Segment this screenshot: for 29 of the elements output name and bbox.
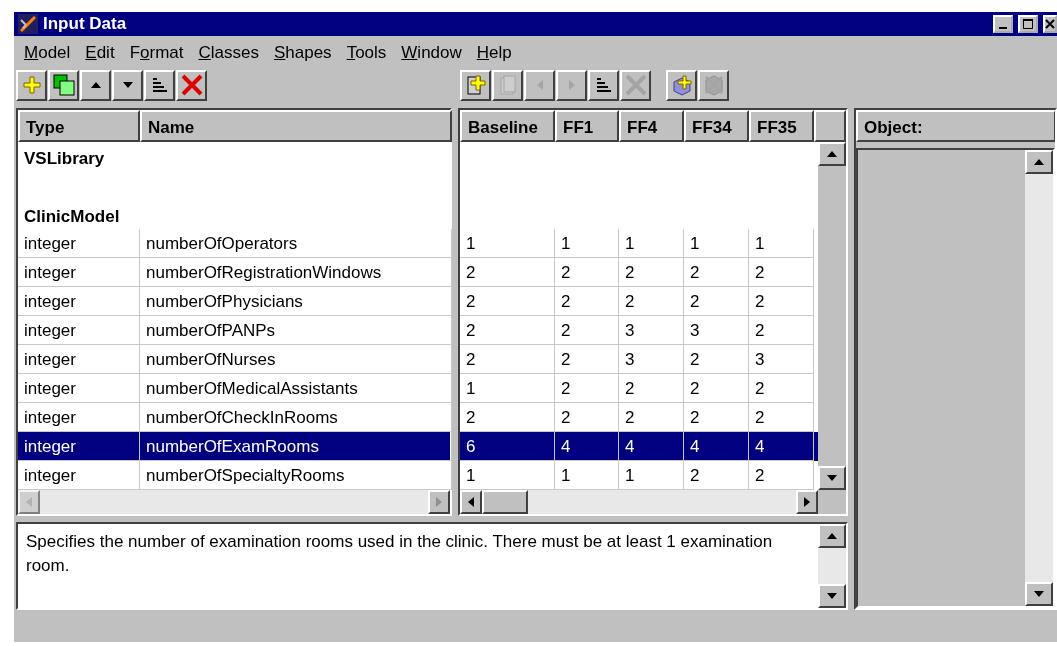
column-header[interactable]: Type xyxy=(18,110,140,142)
column-header[interactable]: Name xyxy=(140,110,452,142)
table-row[interactable]: integer numberOfMedicalAssistants xyxy=(18,374,450,403)
column-header[interactable]: FF34 xyxy=(684,110,749,142)
table-row[interactable]: integer numberOfSpecialtyRooms xyxy=(18,461,450,490)
menu-item[interactable]: Format xyxy=(129,43,184,63)
table-row[interactable]: 6 4 4 4 4 xyxy=(460,432,818,461)
table-row[interactable]: integer numberOfCheckInRooms xyxy=(18,403,450,432)
table-row[interactable]: integer numberOfNurses xyxy=(18,345,450,374)
menu-item[interactable]: Help xyxy=(476,43,512,63)
column-header[interactable]: FF35 xyxy=(749,110,814,142)
menu-item[interactable]: Classes xyxy=(198,43,259,63)
table-row[interactable]: integer numberOfOperators xyxy=(18,229,450,258)
column-header[interactable]: FF4 xyxy=(619,110,684,142)
menu-item[interactable]: Tools xyxy=(346,43,387,63)
table-row[interactable]: integer numberOfRegistrationWindows xyxy=(18,258,450,287)
column-header[interactable]: Baseline xyxy=(460,110,555,142)
menu-item[interactable]: Window xyxy=(401,43,462,63)
menu-item[interactable]: Shapes xyxy=(273,43,332,63)
menu-item[interactable]: Model xyxy=(24,43,71,63)
section-label: ClinicModel xyxy=(23,206,121,228)
column-header[interactable]: FF1 xyxy=(555,110,619,142)
table-row[interactable]: integer numberOfPhysicians xyxy=(18,287,450,316)
menu-item[interactable]: Edit xyxy=(85,43,115,63)
section-label: VSLibrary xyxy=(23,148,106,170)
table-row[interactable]: integer numberOfPANPs xyxy=(18,316,450,345)
table-row[interactable]: integer numberOfExamRooms xyxy=(18,432,450,461)
panel-header: Object: xyxy=(856,110,1055,142)
window-title: Input Data xyxy=(43,14,128,34)
